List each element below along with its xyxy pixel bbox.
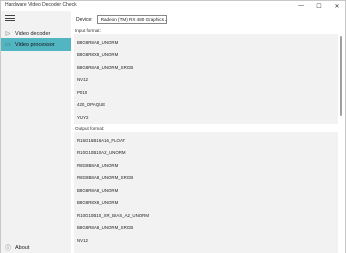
format-list-item[interactable]: R8G8B8A8_UNORM_SRGB	[74, 172, 338, 185]
format-list-item[interactable]: R16G16B16A16_FLOAT	[74, 134, 338, 147]
window-title: Hardware Video Decoder Check	[5, 2, 77, 8]
format-list[interactable]: Input format: B8G8R8A8_UNORM B8G8R8X8_UNOR…	[74, 26, 338, 253]
format-list-item[interactable]: NV12	[74, 74, 338, 87]
format-list-item[interactable]: R10G10B10_XR_BIAS_A2_UNORM	[74, 209, 338, 222]
maximize-button[interactable]: ☐	[311, 1, 327, 11]
format-list-item[interactable]: NV12	[74, 234, 338, 247]
nav-item-label: Video decoder	[15, 30, 51, 37]
hamburger-icon[interactable]	[5, 14, 15, 22]
title-bar[interactable]: Hardware Video Decoder Check — ☐ ✕	[1, 1, 345, 11]
section-header: Output format:	[74, 124, 338, 132]
navigation-pane: ▷ Video decoder ▭ Video processor ⓘ Abou…	[1, 11, 71, 253]
section-header: Input format:	[74, 26, 338, 34]
format-list-item[interactable]: 420_OPAQUE	[74, 99, 338, 112]
minimize-button[interactable]: —	[293, 1, 309, 11]
format-list-item[interactable]: P010	[74, 86, 338, 99]
format-list-item[interactable]: B8G8R8A8_UNORM	[74, 184, 338, 197]
play-icon: ▷	[5, 31, 11, 37]
format-list-item[interactable]: B8G8R8X8_UNORM	[74, 49, 338, 62]
video-icon: ▭	[5, 42, 11, 48]
chevron-down-icon: ⌄	[164, 16, 168, 22]
format-list-item[interactable]: R10G10B10A2_UNORM	[74, 147, 338, 160]
device-select[interactable]: Radeon (TM) RX 480 Graphics ⌄	[96, 15, 168, 24]
format-list-item[interactable]: R8G8B8A8_UNORM	[74, 159, 338, 172]
scrollbar-thumb[interactable]	[340, 36, 342, 116]
format-list-item[interactable]: B8G8R8A8_UNORM	[74, 36, 338, 49]
format-list-item[interactable]: B8G8R8A8_UNORM_SRGB	[74, 222, 338, 235]
device-row: Device: Radeon (TM) RX 480 Graphics ⌄	[76, 14, 168, 25]
nav-item-video-processor[interactable]: ▭ Video processor	[1, 38, 71, 51]
close-button[interactable]: ✕	[329, 1, 345, 11]
format-list-item[interactable]: YUY2	[74, 111, 338, 124]
app-window: Hardware Video Decoder Check — ☐ ✕ ▷ Vid…	[0, 0, 346, 253]
format-list-item[interactable]: B8G8R8X8_UNORM	[74, 197, 338, 210]
device-selected-value: Radeon (TM) RX 480 Graphics	[100, 17, 165, 22]
device-label: Device:	[76, 16, 93, 23]
main-content: Device: Radeon (TM) RX 480 Graphics ⌄ In…	[71, 11, 345, 253]
nav-item-about[interactable]: ⓘ About	[1, 241, 71, 253]
info-icon: ⓘ	[4, 246, 11, 252]
nav-item-label: About	[15, 244, 30, 251]
scrollbar[interactable]	[339, 26, 343, 253]
nav-item-label: Video processor	[15, 41, 55, 48]
format-list-item[interactable]: B8G8R8A8_UNORM_SRGB	[74, 61, 338, 74]
